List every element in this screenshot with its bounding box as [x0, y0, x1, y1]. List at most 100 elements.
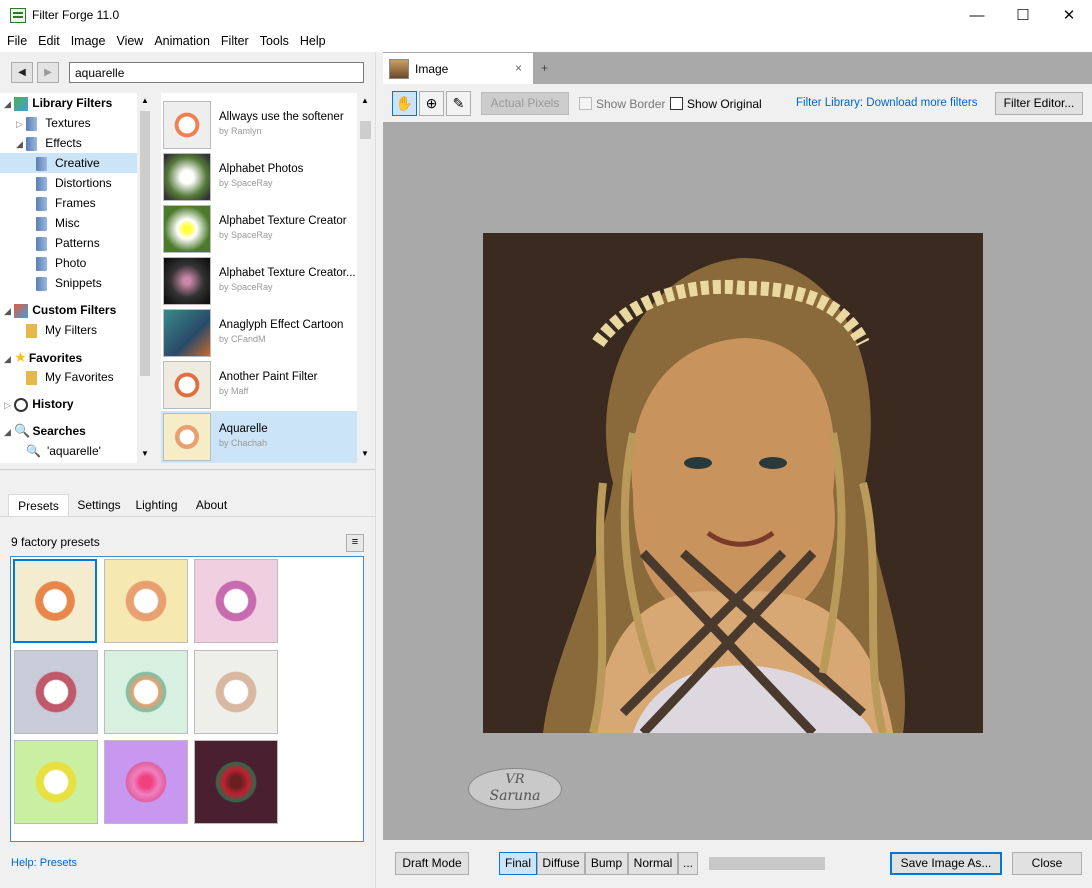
tree-item-photo[interactable]: Photo [36, 253, 86, 273]
preset-thumbnail[interactable] [194, 740, 278, 824]
menu-bar: File Edit Image View Animation Filter Tools Hel… [0, 31, 1092, 52]
tree-scrollbar-thumb[interactable] [140, 111, 150, 376]
preset-thumbnail[interactable] [14, 650, 98, 734]
zoom-tool-icon[interactable]: ⊕ [419, 91, 444, 116]
tree-item-misc[interactable]: Misc [36, 213, 80, 233]
tab-about[interactable]: About [189, 494, 234, 516]
close-button[interactable]: Close [1012, 852, 1082, 875]
presets-grid [10, 556, 364, 842]
star-icon: ★ [14, 349, 27, 365]
tree-item-favorites[interactable]: ◢ ★ Favorites [4, 347, 82, 367]
add-tab-button[interactable]: + [541, 61, 548, 75]
normal-button[interactable]: Normal [628, 852, 678, 875]
filter-list: Allways use the softener by Ramlyn Alpha… [161, 93, 374, 463]
portrait-illustration [483, 233, 983, 733]
preset-thumbnail[interactable] [194, 559, 278, 643]
presets-menu-button[interactable]: ≡ [346, 534, 364, 552]
menu-image[interactable]: Image [67, 31, 110, 51]
filter-list-scrollbar[interactable]: ▲ ▼ [357, 93, 374, 463]
category-tree: ◢ Library Filters ▷ Textures ◢ Effects C… [0, 93, 153, 463]
tab-presets[interactable]: Presets [8, 494, 69, 516]
splitter[interactable] [0, 463, 375, 470]
show-border-checkbox[interactable]: Show Border [579, 97, 665, 111]
presets-count: 9 factory presets [11, 535, 100, 549]
tree-item-my-filters[interactable]: My Filters [26, 320, 97, 340]
tree-item-search-aquarelle[interactable]: 🔍'aquarelle' [26, 441, 101, 461]
image-thumbnail-icon [389, 59, 409, 79]
tree-item-patterns[interactable]: Patterns [36, 233, 100, 253]
tree-item-frames[interactable]: Frames [36, 193, 96, 213]
menu-view[interactable]: View [112, 31, 147, 51]
tree-item-history[interactable]: ▷ History [4, 394, 74, 414]
list-item[interactable]: Alphabet Texture Creator by SpaceRay [161, 203, 357, 255]
list-item[interactable]: Alphabet Photos by SpaceRay [161, 151, 357, 203]
draft-mode-button[interactable]: Draft Mode [395, 852, 469, 875]
filter-thumbnail [163, 257, 211, 305]
menu-animation[interactable]: Animation [150, 31, 214, 51]
filter-list-scrollbar-thumb[interactable] [360, 121, 371, 139]
preset-thumbnail[interactable] [104, 650, 188, 734]
tree-item-textures[interactable]: ▷ Textures [16, 113, 91, 133]
filter-thumbnail [163, 413, 211, 461]
save-image-button[interactable]: Save Image As... [890, 852, 1002, 875]
eyedropper-tool-icon[interactable]: ✎ [446, 91, 471, 116]
help-presets-link[interactable]: Help: Presets [11, 857, 77, 869]
menu-help[interactable]: Help [296, 31, 330, 51]
list-item[interactable]: Another Paint Filter by Maff [161, 359, 357, 411]
progress-bar [709, 857, 825, 870]
actual-pixels-button[interactable]: Actual Pixels [481, 92, 569, 115]
tree-item-snippets[interactable]: Snippets [36, 273, 102, 293]
filter-library-link[interactable]: Filter Library: Download more filters [796, 97, 978, 109]
tree-scrollbar[interactable]: ▲ ▼ [137, 93, 153, 463]
list-item[interactable]: Anaglyph Effect Cartoon by CFandM [161, 307, 357, 359]
close-window-button[interactable]: ✕ [1046, 0, 1092, 31]
filter-editor-button[interactable]: Filter Editor... [995, 92, 1083, 115]
preset-thumbnail[interactable] [104, 559, 188, 643]
final-button[interactable]: Final [499, 852, 537, 875]
filter-thumbnail [163, 153, 211, 201]
menu-file[interactable]: File [3, 31, 31, 51]
tree-item-creative[interactable]: Creative [0, 153, 137, 173]
preset-thumbnail[interactable] [13, 559, 97, 643]
filter-thumbnail [163, 309, 211, 357]
show-original-checkbox[interactable]: Show Original [670, 97, 762, 111]
image-toolbar: ✋ ⊕ ✎ Actual Pixels Show Border Show Ori… [383, 84, 1092, 122]
tree-item-library-filters[interactable]: ◢ Library Filters [4, 93, 112, 113]
menu-edit[interactable]: Edit [34, 31, 64, 51]
list-item[interactable]: Alphabet Texture Creator... by SpaceRay [161, 255, 357, 307]
tree-item-my-favorites[interactable]: My Favorites [26, 367, 114, 387]
back-button[interactable]: ◀ [11, 62, 33, 83]
menu-tools[interactable]: Tools [256, 31, 293, 51]
doc-tab-image[interactable]: Image × [383, 53, 533, 84]
checkbox-icon [670, 97, 683, 110]
hand-tool-icon[interactable]: ✋ [392, 91, 417, 116]
maximize-button[interactable]: ☐ [1000, 0, 1046, 31]
minimize-button[interactable]: — [954, 0, 1000, 31]
book-icon [36, 256, 47, 271]
preset-thumbnail[interactable] [14, 740, 98, 824]
filter-thumbnail [163, 101, 211, 149]
book-icon [36, 176, 47, 191]
tree-item-searches[interactable]: ◢ 🔍 Searches [4, 421, 86, 441]
close-tab-icon[interactable]: × [515, 61, 522, 75]
diffuse-button[interactable]: Diffuse [537, 852, 585, 875]
search-input[interactable] [69, 62, 364, 83]
list-item-selected[interactable]: Aquarelle by Chachah [161, 411, 357, 463]
preset-thumbnail[interactable] [104, 740, 188, 824]
more-channels-button[interactable]: ... [678, 852, 698, 875]
tree-item-distortions[interactable]: Distortions [36, 173, 112, 193]
forward-button[interactable]: ▶ [37, 62, 59, 83]
bump-button[interactable]: Bump [585, 852, 628, 875]
list-item[interactable]: Allways use the softener by Ramlyn [161, 99, 357, 151]
tree-item-effects[interactable]: ◢ Effects [16, 133, 82, 153]
tree-item-custom-filters[interactable]: ◢ Custom Filters [4, 300, 116, 320]
watermark-logo: VR Saruna [468, 768, 562, 810]
tab-settings[interactable]: Settings [69, 494, 129, 516]
tab-lighting[interactable]: Lighting [129, 494, 184, 516]
folder-icon [26, 323, 37, 338]
clock-icon [14, 397, 29, 412]
menu-filter[interactable]: Filter [217, 31, 253, 51]
preset-thumbnail[interactable] [194, 650, 278, 734]
pane-splitter[interactable] [375, 52, 383, 888]
magnifier-icon: 🔍 [14, 423, 31, 438]
